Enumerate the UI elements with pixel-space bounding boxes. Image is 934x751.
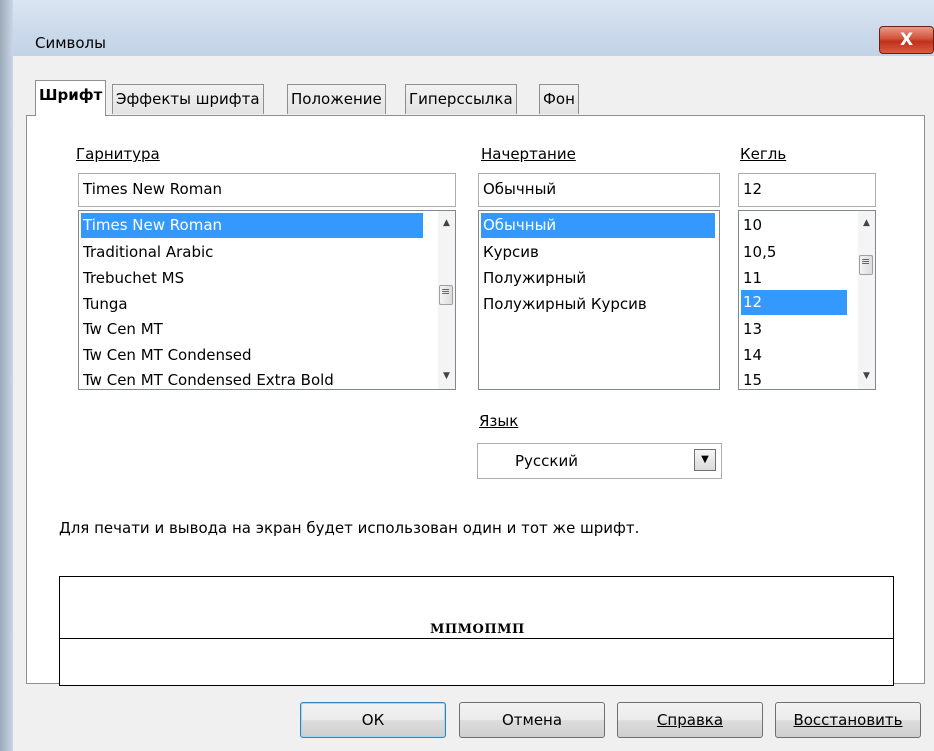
style-list-item[interactable]: Полужирный Курсив	[481, 292, 647, 317]
tab-font[interactable]: Шрифт	[35, 80, 107, 116]
language-select[interactable]: Русский ▼	[477, 443, 722, 479]
font-style-label: Начертание	[481, 145, 576, 163]
font-preview: МПМОПМП	[59, 576, 894, 686]
language-label: Язык	[479, 412, 519, 430]
size-list-item[interactable]: 15	[741, 368, 762, 389]
font-size-list[interactable]: 10 10,5 11 12 13 14 15 ▲ ▼	[738, 210, 876, 390]
font-style-list[interactable]: Обычный Курсив Полужирный Полужирный Кур…	[478, 210, 720, 390]
size-list-scrollbar[interactable]: ▲ ▼	[858, 211, 875, 389]
size-list-item[interactable]: 10	[741, 213, 762, 238]
title-bar[interactable]: Символы X	[13, 0, 934, 56]
preview-sample-text: МПМОПМП	[430, 622, 525, 637]
tab-hyperlink[interactable]: Гиперссылка	[405, 84, 517, 114]
info-text: Для печати и вывода на экран будет испол…	[59, 519, 640, 537]
font-family-label: Гарнитура	[76, 145, 160, 163]
scroll-thumb[interactable]	[859, 255, 873, 275]
chevron-down-icon[interactable]: ▼	[694, 449, 716, 471]
scroll-down-icon[interactable]: ▼	[438, 368, 455, 385]
size-list-item[interactable]: 13	[741, 317, 762, 342]
font-family-list[interactable]: Times New Roman Traditional Arabic Trebu…	[78, 210, 456, 390]
style-list-item[interactable]: Курсив	[481, 240, 539, 265]
preview-baseline	[60, 638, 893, 639]
font-list-item[interactable]: Tw Cen MT Condensed	[81, 343, 252, 368]
font-size-label: Кегль	[740, 145, 787, 163]
font-family-input[interactable]: Times New Roman	[78, 173, 456, 207]
font-list-item[interactable]: Tw Cen MT	[81, 317, 163, 342]
scroll-thumb[interactable]	[439, 285, 453, 305]
ok-button[interactable]: ОК	[300, 702, 446, 738]
font-size-input[interactable]: 12	[738, 173, 876, 207]
help-button[interactable]: Справка	[617, 702, 763, 738]
size-list-item[interactable]: 14	[741, 343, 762, 368]
font-list-item[interactable]: Times New Roman	[81, 213, 423, 238]
tab-font-effects[interactable]: Эффекты шрифта	[112, 84, 264, 114]
scroll-up-icon[interactable]: ▲	[438, 215, 455, 232]
window-left-edge	[0, 0, 13, 751]
font-list-item[interactable]: Tw Cen MT Condensed Extra Bold	[81, 368, 334, 389]
cancel-button[interactable]: Отмена	[459, 702, 605, 738]
font-list-scrollbar[interactable]: ▲ ▼	[438, 211, 455, 389]
size-list-item[interactable]: 12	[741, 290, 847, 315]
tab-position[interactable]: Положение	[287, 84, 386, 114]
font-list-item[interactable]: Trebuchet MS	[81, 266, 184, 291]
tab-background[interactable]: Фон	[539, 84, 579, 114]
size-list-item[interactable]: 11	[741, 266, 762, 291]
scroll-up-icon[interactable]: ▲	[858, 215, 875, 232]
font-list-item[interactable]: Tunga	[81, 292, 128, 317]
font-style-input[interactable]: Обычный	[478, 173, 720, 207]
language-value: Русский	[515, 452, 578, 470]
style-list-item[interactable]: Обычный	[481, 213, 715, 238]
font-list-item[interactable]: Traditional Arabic	[81, 240, 213, 265]
close-button[interactable]: X	[879, 26, 934, 54]
reset-button[interactable]: Восстановить	[775, 702, 921, 738]
scroll-down-icon[interactable]: ▼	[858, 368, 875, 385]
style-list-item[interactable]: Полужирный	[481, 266, 586, 291]
window-title: Символы	[35, 34, 106, 52]
close-icon: X	[899, 30, 914, 50]
size-list-item[interactable]: 10,5	[741, 240, 776, 265]
